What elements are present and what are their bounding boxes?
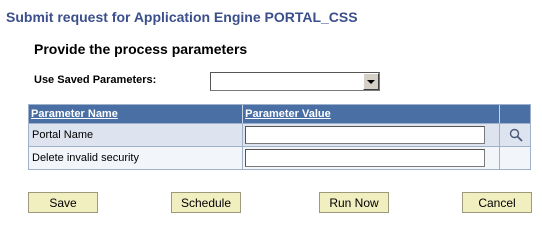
header-parameter-name[interactable]: Parameter Name bbox=[29, 105, 244, 123]
header-lookup bbox=[500, 105, 530, 123]
parameter-name-label: Portal Name bbox=[32, 129, 94, 141]
table-row: Portal Name bbox=[29, 123, 530, 146]
parameter-name-cell: Portal Name bbox=[29, 124, 244, 146]
schedule-button[interactable]: Schedule bbox=[171, 192, 241, 213]
parameter-value-cell bbox=[243, 147, 501, 169]
parameter-name-cell: Delete invalid security bbox=[29, 147, 244, 169]
magnifier-search-icon[interactable] bbox=[509, 128, 523, 142]
parameters-grid: Parameter Name Parameter Value Portal Na… bbox=[28, 104, 531, 170]
saved-parameters-label: Use Saved Parameters: bbox=[34, 74, 157, 86]
parameter-value-cell bbox=[243, 124, 501, 146]
section-title: Provide the process parameters bbox=[34, 41, 248, 57]
page-title: Submit request for Application Engine PO… bbox=[6, 9, 358, 25]
save-button[interactable]: Save bbox=[28, 192, 98, 213]
saved-parameters-select[interactable] bbox=[210, 72, 380, 91]
lookup-cell bbox=[500, 124, 530, 146]
table-row: Delete invalid security bbox=[29, 146, 530, 169]
run-now-button[interactable]: Run Now bbox=[319, 192, 389, 213]
cancel-button[interactable]: Cancel bbox=[462, 192, 532, 213]
lookup-cell bbox=[500, 147, 530, 169]
parameter-name-label: Delete invalid security bbox=[32, 152, 139, 164]
grid-header: Parameter Name Parameter Value bbox=[29, 105, 530, 123]
delete-invalid-security-input[interactable] bbox=[245, 149, 486, 167]
dropdown-arrow-icon[interactable] bbox=[363, 73, 379, 90]
portal-name-input[interactable] bbox=[245, 126, 486, 144]
header-parameter-value[interactable]: Parameter Value bbox=[243, 105, 501, 123]
